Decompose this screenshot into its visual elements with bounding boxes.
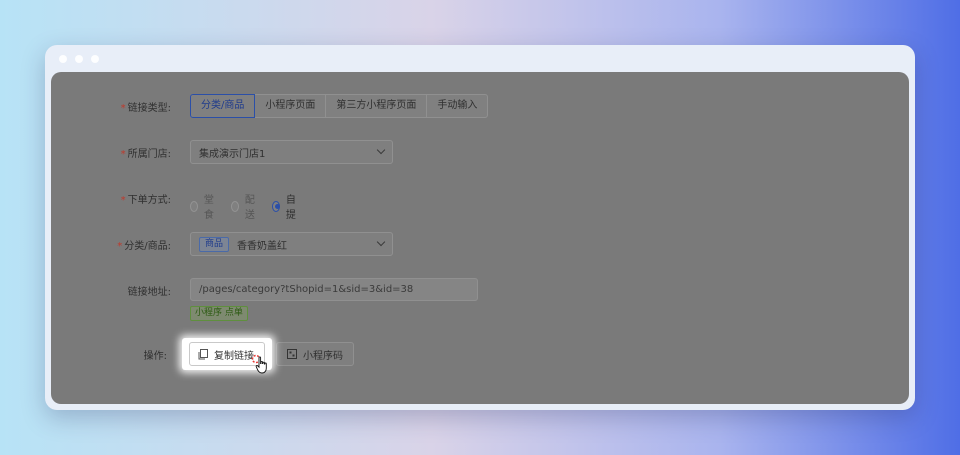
qrcode-button[interactable]: 小程序码 xyxy=(276,342,354,366)
product-select-value: 香香奶盖红 xyxy=(237,240,288,252)
category-label: * 分类/商品: xyxy=(117,240,171,252)
link-type-segmented: 分类/商品 小程序页面 第三方小程序页面 手动输入 xyxy=(190,94,489,118)
order-mode-pickup[interactable]: 自提 xyxy=(272,191,299,221)
product-tag: 商品 xyxy=(199,236,230,252)
store-select[interactable]: 集成演示门店1 xyxy=(190,140,393,164)
radio-circle xyxy=(190,200,198,212)
window-maximize-dot[interactable] xyxy=(91,55,99,63)
store-label: * 所属门店: xyxy=(120,148,171,160)
chevron-down-icon xyxy=(376,237,386,247)
link-type-option-manual[interactable]: 手动输入 xyxy=(427,95,487,117)
order-mode-label: * 下单方式: xyxy=(120,194,171,206)
order-mode-delivery[interactable]: 配送 xyxy=(231,191,258,221)
order-mode-dine-in[interactable]: 堂食 xyxy=(190,191,217,221)
link-type-label: * 链接类型: xyxy=(120,102,171,114)
miniprogram-order-badge: 小程序 点单 xyxy=(190,306,248,321)
radio-circle xyxy=(231,200,239,212)
hand-pointer-cursor-icon xyxy=(255,356,267,374)
dimmed-form-panel: * 链接类型: 分类/商品 小程序页面 第三方小程序页面 手动输入 * 所属门店: … xyxy=(51,72,909,404)
link-type-option-miniprogram-page[interactable]: 小程序页面 xyxy=(255,95,327,117)
actions-label: 操作: xyxy=(143,350,167,362)
window-close-dot[interactable] xyxy=(59,55,67,63)
radio-circle-checked xyxy=(272,200,280,212)
link-type-option-third-party[interactable]: 第三方小程序页面 xyxy=(326,95,428,117)
link-address-field[interactable]: /pages/category?tShopid=1&sid=3&id=38 xyxy=(190,278,478,301)
window-titlebar xyxy=(45,45,915,72)
link-type-option-category[interactable]: 分类/商品 xyxy=(190,94,256,118)
copy-icon xyxy=(198,348,208,359)
app-window: * 链接类型: 分类/商品 小程序页面 第三方小程序页面 手动输入 * 所属门店: … xyxy=(45,45,915,410)
qrcode-icon xyxy=(287,349,297,359)
window-minimize-dot[interactable] xyxy=(75,55,83,63)
chevron-down-icon xyxy=(376,145,386,155)
store-select-value: 集成演示门店1 xyxy=(199,148,266,160)
product-select[interactable]: 商品 香香奶盖红 xyxy=(190,232,393,256)
link-address-label: 链接地址: xyxy=(127,286,171,298)
